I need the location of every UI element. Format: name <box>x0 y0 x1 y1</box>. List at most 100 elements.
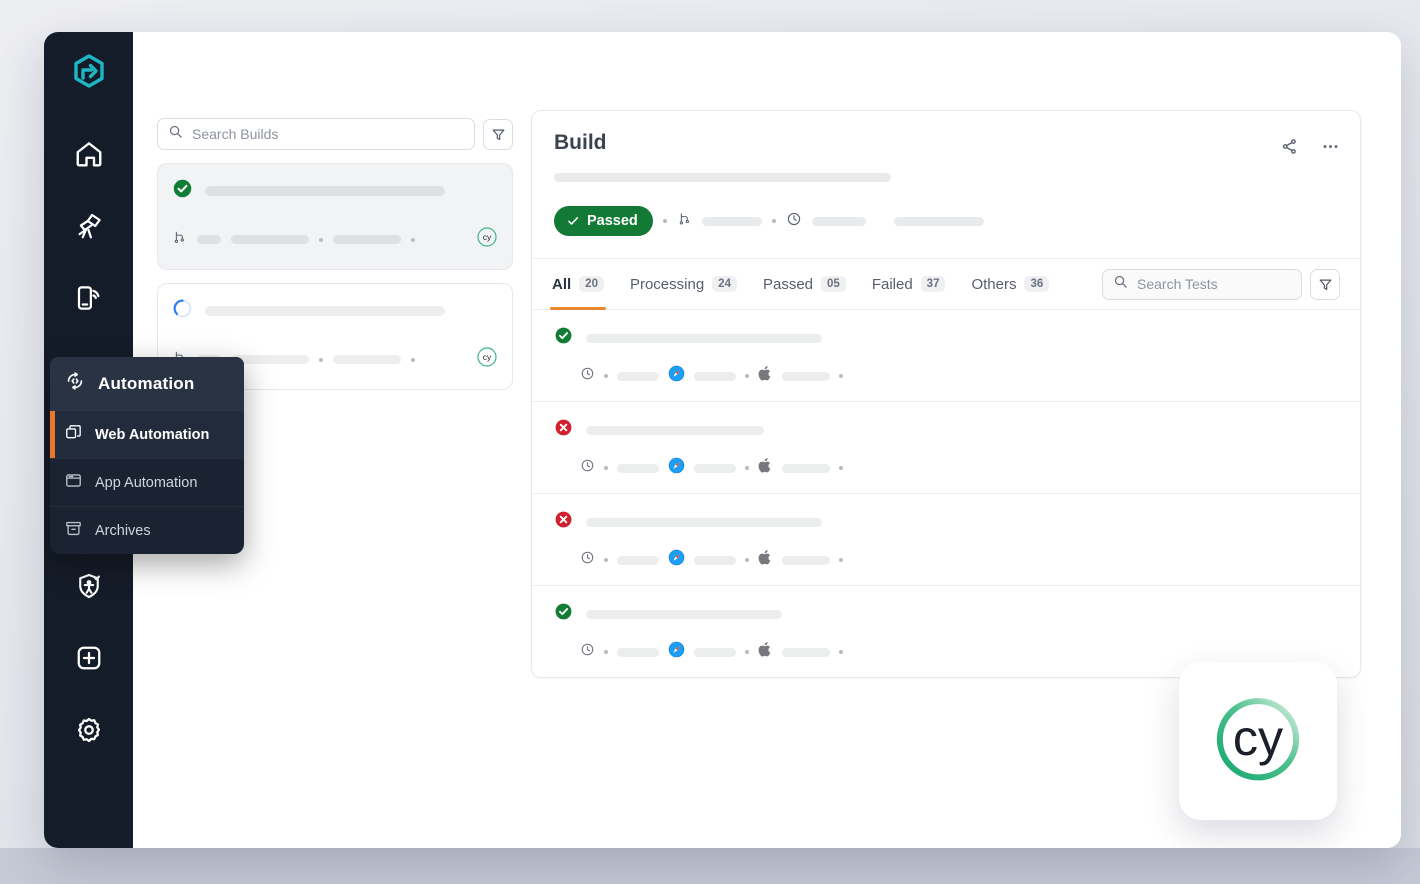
skeleton-meta <box>701 216 762 226</box>
flyout-item-app-automation[interactable]: App Automation <box>50 458 244 506</box>
flyout-header: Automation <box>50 357 244 410</box>
meta-dot <box>745 466 749 470</box>
builds-search-row: Search Builds <box>157 118 513 150</box>
cypress-badge-icon: cy <box>476 346 498 373</box>
page-bottom-strip <box>0 848 1420 884</box>
tab-label: All <box>552 275 572 293</box>
skeleton-meta <box>782 647 830 657</box>
status-failed-icon <box>554 510 573 534</box>
browserstack-logo-icon[interactable] <box>63 46 115 98</box>
build-card-meta: cy <box>172 226 498 253</box>
apple-os-icon <box>758 641 773 663</box>
tab-processing[interactable]: Processing 24 <box>630 259 737 309</box>
test-row[interactable] <box>532 402 1360 494</box>
search-builds-placeholder: Search Builds <box>192 126 279 142</box>
tab-count: 20 <box>579 276 604 292</box>
build-card-header <box>172 178 498 204</box>
skeleton-meta <box>694 647 736 657</box>
tests-filter-button[interactable] <box>1310 268 1340 300</box>
page-title: Build <box>554 131 607 154</box>
build-card-header <box>172 298 498 324</box>
meta-dot <box>771 219 776 223</box>
tab-label: Processing <box>629 275 705 293</box>
build-meta-row: Passed <box>554 206 1338 236</box>
svg-text:cy: cy <box>483 352 492 362</box>
flyout-item-label: App Automation <box>95 474 198 491</box>
tab-count: 05 <box>821 276 846 292</box>
tab-count: 24 <box>712 276 737 292</box>
meta-dot <box>839 558 843 562</box>
search-tests-placeholder: Search Tests <box>1137 276 1218 292</box>
live-device-icon[interactable] <box>63 272 115 324</box>
skeleton-meta <box>694 463 736 473</box>
meta-dot <box>745 558 749 562</box>
skeleton-meta <box>333 235 401 244</box>
builds-filter-button[interactable] <box>483 118 513 150</box>
panel-header-actions <box>1280 137 1340 161</box>
tab-label: Failed <box>871 275 913 293</box>
status-badge-label: Passed <box>587 213 638 229</box>
tab-all[interactable]: All 20 <box>550 259 606 310</box>
search-icon <box>1113 274 1128 294</box>
test-status-tabs: All 20 Processing 24 Passed 05 Failed 37 <box>532 258 1360 310</box>
add-plus-icon[interactable] <box>63 632 115 684</box>
cypress-logo-card: cy <box>1179 662 1337 820</box>
more-options-icon[interactable] <box>1321 137 1340 161</box>
home-icon[interactable] <box>63 128 115 180</box>
flyout-item-archives[interactable]: Archives <box>50 506 244 554</box>
search-tests-input[interactable]: Search Tests <box>1102 268 1302 300</box>
safari-browser-icon <box>668 641 685 663</box>
flyout-item-label: Archives <box>95 522 151 539</box>
clock-icon <box>786 211 802 232</box>
skeleton-meta <box>782 555 830 565</box>
test-row-meta <box>580 641 1338 663</box>
meta-dot <box>745 374 749 378</box>
skeleton-test-name <box>586 333 822 343</box>
safari-browser-icon <box>668 365 685 387</box>
status-badge: Passed <box>554 206 653 236</box>
clock-icon <box>580 642 595 662</box>
git-branch-icon <box>677 210 692 232</box>
tab-passed[interactable]: Passed 05 <box>763 259 846 309</box>
status-failed-icon <box>554 418 573 442</box>
test-row-meta <box>580 457 1338 479</box>
safari-browser-icon <box>668 549 685 571</box>
meta-dot <box>745 650 749 654</box>
windows-stack-icon <box>64 423 83 446</box>
cypress-badge-icon: cy <box>476 226 498 253</box>
skeleton-test-name <box>586 609 782 619</box>
app-window-icon <box>64 471 83 494</box>
status-passed-icon <box>172 178 193 204</box>
test-row[interactable] <box>532 494 1360 586</box>
meta-dot <box>319 237 323 242</box>
telescope-observability-icon[interactable] <box>63 200 115 252</box>
test-row-header <box>554 602 1338 626</box>
settings-gear-icon[interactable] <box>63 704 115 756</box>
test-row-header <box>554 326 1338 350</box>
skeleton-meta <box>617 555 659 565</box>
meta-dot <box>411 357 415 362</box>
meta-dot <box>604 650 608 654</box>
skeleton-meta <box>782 463 830 473</box>
skeleton-meta <box>694 371 736 381</box>
search-icon <box>168 124 183 144</box>
skeleton-test-name <box>586 425 764 435</box>
share-icon[interactable] <box>1280 137 1299 161</box>
tab-others[interactable]: Others 36 <box>971 259 1050 309</box>
skeleton-meta <box>811 216 866 226</box>
flyout-item-web-automation[interactable]: Web Automation <box>50 410 244 458</box>
skeleton-meta <box>694 555 736 565</box>
build-card[interactable]: cy <box>157 163 513 270</box>
tab-label: Others <box>971 275 1017 293</box>
apple-os-icon <box>758 457 773 479</box>
accessibility-shield-icon[interactable] <box>63 560 115 612</box>
git-branch-icon <box>172 229 187 250</box>
automation-icon <box>64 370 86 397</box>
meta-dot <box>604 558 608 562</box>
search-builds-input[interactable]: Search Builds <box>157 118 475 150</box>
meta-dot <box>839 650 843 654</box>
tab-failed[interactable]: Failed 37 <box>872 259 946 309</box>
skeleton-build-name <box>205 186 445 196</box>
skeleton-meta <box>333 355 401 364</box>
test-row[interactable] <box>532 310 1360 402</box>
